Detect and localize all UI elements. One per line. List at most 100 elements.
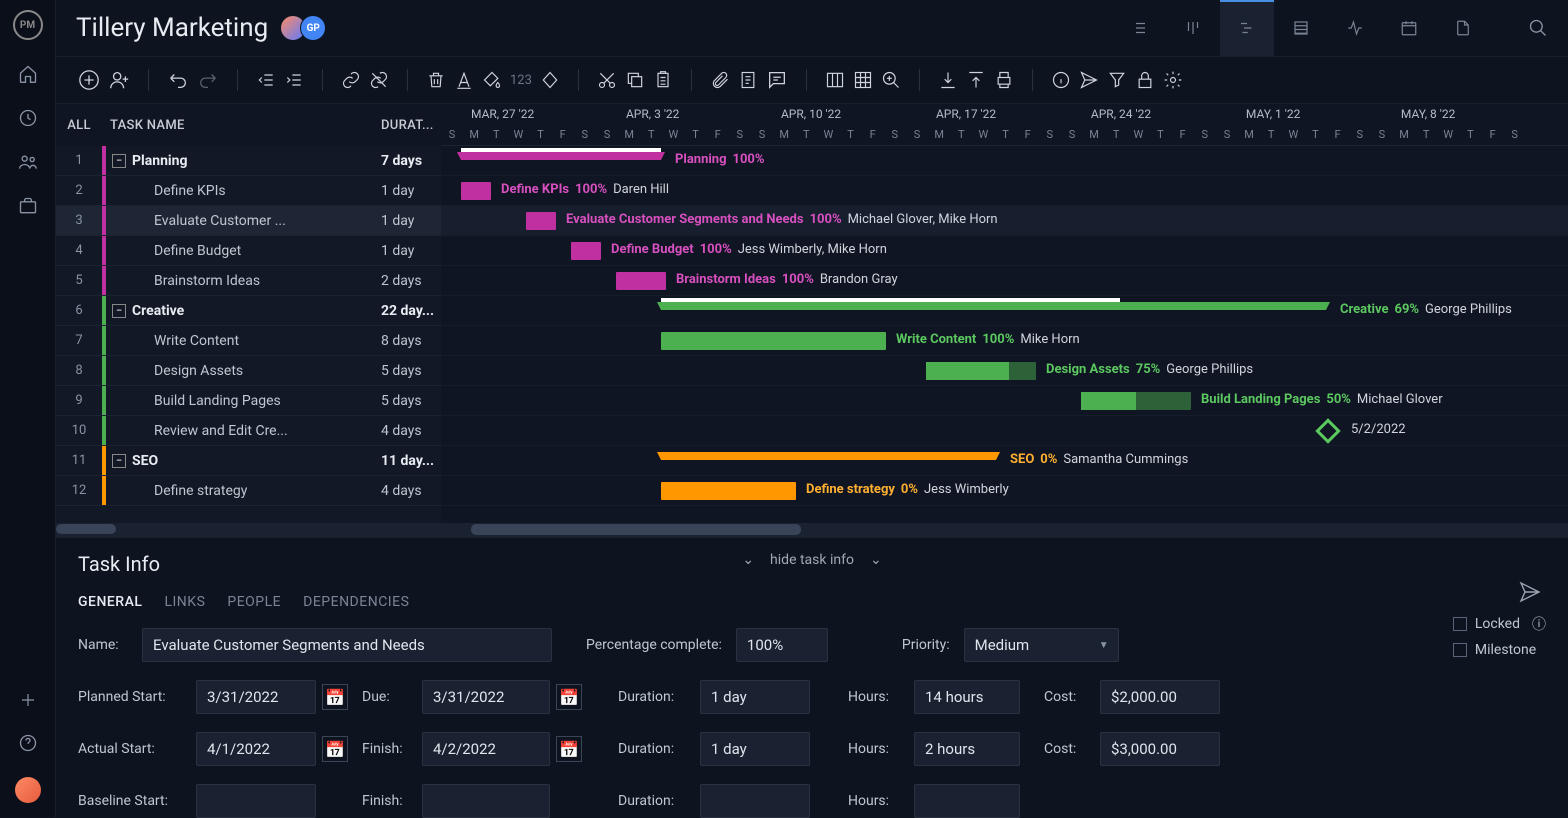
actual-hours-field[interactable]	[914, 732, 1020, 766]
milestone-diamond[interactable]	[1315, 418, 1340, 443]
task-row[interactable]: 5Brainstorm Ideas2 days	[56, 266, 441, 296]
info-icon[interactable]: ⓘ	[1532, 614, 1546, 634]
calendar-view-icon[interactable]	[1382, 0, 1436, 56]
gantt-row[interactable]: Write Content100%Mike Horn	[441, 326, 1568, 356]
planned-duration-field[interactable]	[700, 680, 810, 714]
name-field[interactable]	[142, 628, 552, 662]
note-icon[interactable]	[738, 70, 758, 90]
baseline-hours-field[interactable]	[914, 784, 1020, 818]
pct-field[interactable]	[736, 628, 828, 662]
task-bar[interactable]	[461, 182, 491, 200]
task-row[interactable]: 2Define KPIs1 day	[56, 176, 441, 206]
task-bar[interactable]	[616, 272, 666, 290]
task-bar[interactable]	[661, 332, 886, 350]
columns-icon[interactable]	[825, 70, 845, 90]
task-bar[interactable]	[1081, 392, 1191, 410]
task-row[interactable]: 8Design Assets5 days	[56, 356, 441, 386]
settings-icon[interactable]	[1163, 70, 1183, 90]
baseline-start-field[interactable]	[196, 784, 316, 818]
collapse-icon[interactable]: −	[112, 454, 126, 468]
link-icon[interactable]	[341, 70, 361, 90]
info-icon[interactable]	[1051, 70, 1071, 90]
copy-icon[interactable]	[625, 70, 645, 90]
gantt-row[interactable]: Design Assets75%George Phillips	[441, 356, 1568, 386]
task-row[interactable]: 10Review and Edit Cre...4 days	[56, 416, 441, 446]
task-row[interactable]: 7Write Content8 days	[56, 326, 441, 356]
actual-start-field[interactable]	[196, 732, 316, 766]
task-bar[interactable]	[571, 242, 601, 260]
outdent-icon[interactable]	[256, 70, 276, 90]
send-icon[interactable]	[1079, 70, 1099, 90]
tab-links[interactable]: LINKS	[164, 594, 205, 610]
lock-icon[interactable]	[1135, 70, 1155, 90]
locked-checkbox[interactable]: Lockedⓘ	[1453, 614, 1546, 634]
briefcase-icon[interactable]	[18, 196, 38, 216]
unlink-icon[interactable]	[369, 70, 389, 90]
gantt-row[interactable]: Evaluate Customer Segments and Needs100%…	[441, 206, 1568, 236]
summary-bar[interactable]	[461, 152, 661, 160]
task-row[interactable]: 3Evaluate Customer ...1 day	[56, 206, 441, 236]
add-task-icon[interactable]	[78, 69, 100, 91]
gantt-row[interactable]: Planning100%	[441, 146, 1568, 176]
sheet-view-icon[interactable]	[1274, 0, 1328, 56]
task-row[interactable]: 6−Creative22 day...	[56, 296, 441, 326]
planned-cost-field[interactable]	[1100, 680, 1220, 714]
col-name[interactable]: TASK NAME	[102, 118, 381, 133]
team-icon[interactable]	[18, 152, 38, 172]
tasklist-scrollbar[interactable]	[56, 523, 441, 537]
actual-duration-field[interactable]	[700, 732, 810, 766]
indent-icon[interactable]	[284, 70, 304, 90]
actual-cost-field[interactable]	[1100, 732, 1220, 766]
baseline-finish-field[interactable]	[422, 784, 550, 818]
collapse-icon[interactable]: −	[112, 154, 126, 168]
comment-icon[interactable]	[766, 69, 788, 91]
gantt-row[interactable]: SEO0%Samantha Cummings	[441, 446, 1568, 476]
gantt-view-icon[interactable]	[1220, 0, 1274, 56]
collapse-icon[interactable]: −	[112, 304, 126, 318]
font-icon[interactable]	[454, 70, 474, 90]
task-row[interactable]: 1−Planning7 days	[56, 146, 441, 176]
avatar[interactable]: GP	[300, 15, 326, 41]
task-row[interactable]: 9Build Landing Pages5 days	[56, 386, 441, 416]
milestone-icon[interactable]	[540, 70, 560, 90]
gantt-chart[interactable]: MAR, 27 '22SMTWTFSAPR, 3 '22SMTWTFSAPR, …	[441, 104, 1568, 537]
gantt-row[interactable]: Define strategy0%Jess Wimberly	[441, 476, 1568, 506]
baseline-duration-field[interactable]	[700, 784, 810, 818]
recent-icon[interactable]	[18, 108, 38, 128]
due-field[interactable]	[422, 680, 550, 714]
tab-general[interactable]: GENERAL	[78, 594, 142, 610]
activity-view-icon[interactable]	[1328, 0, 1382, 56]
tab-dependencies[interactable]: DEPENDENCIES	[303, 594, 409, 610]
summary-bar[interactable]	[661, 302, 1326, 310]
calendar-icon[interactable]: 📅	[322, 736, 348, 762]
grid-icon[interactable]	[853, 70, 873, 90]
gantt-row[interactable]: Build Landing Pages50%Michael Glover	[441, 386, 1568, 416]
task-row[interactable]: 4Define Budget1 day	[56, 236, 441, 266]
summary-bar[interactable]	[661, 452, 996, 460]
calendar-icon[interactable]: 📅	[556, 684, 582, 710]
gantt-row[interactable]: Define KPIs100%Daren Hill	[441, 176, 1568, 206]
calendar-icon[interactable]: 📅	[322, 684, 348, 710]
col-all[interactable]: ALL	[56, 118, 102, 133]
file-view-icon[interactable]	[1436, 0, 1490, 56]
task-bar[interactable]	[926, 362, 1036, 380]
search-icon[interactable]	[1528, 18, 1548, 38]
export-icon[interactable]	[966, 70, 986, 90]
calendar-icon[interactable]: 📅	[556, 736, 582, 762]
import-icon[interactable]	[938, 70, 958, 90]
planned-hours-field[interactable]	[914, 680, 1020, 714]
add-user-icon[interactable]	[108, 69, 130, 91]
redo-icon[interactable]	[197, 69, 219, 91]
add-icon[interactable]	[19, 691, 37, 709]
user-avatar[interactable]	[15, 777, 41, 803]
paste-icon[interactable]	[653, 70, 673, 90]
project-members[interactable]: GP	[286, 15, 326, 41]
gantt-row[interactable]: 5/2/2022	[441, 416, 1568, 446]
send-plane-icon[interactable]	[1518, 580, 1542, 604]
zoom-icon[interactable]	[881, 70, 901, 90]
milestone-checkbox[interactable]: Milestone	[1453, 642, 1546, 658]
priority-select[interactable]	[964, 628, 1119, 662]
gantt-row[interactable]: Define Budget100%Jess Wimberly, Mike Hor…	[441, 236, 1568, 266]
cut-icon[interactable]	[597, 70, 617, 90]
tab-people[interactable]: PEOPLE	[227, 594, 281, 610]
